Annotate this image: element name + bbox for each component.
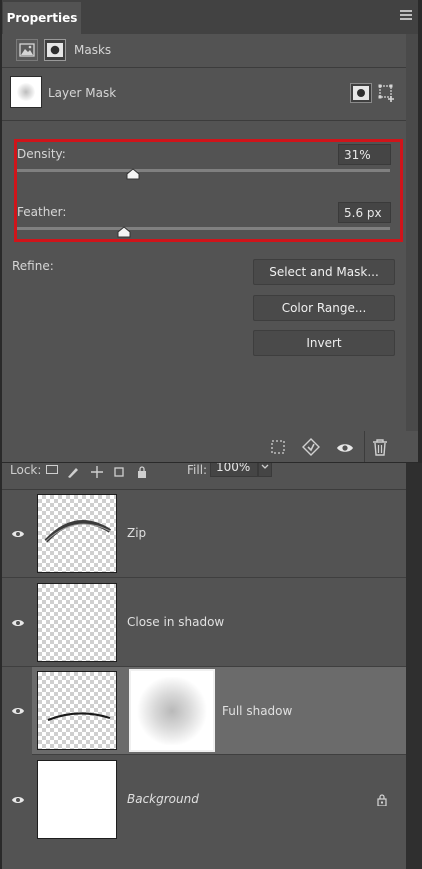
masks-label: Masks	[74, 43, 112, 57]
fill-value-field[interactable]: 100%	[210, 463, 258, 477]
layer-row-full-shadow[interactable]: Full shadow	[32, 667, 406, 755]
properties-scrollbar[interactable]	[406, 34, 418, 431]
layer-name[interactable]: Full shadow	[222, 704, 292, 718]
mask-thumbnail	[10, 76, 42, 108]
apply-mask-icon[interactable]	[302, 438, 320, 456]
layer-thumbnail	[37, 494, 117, 573]
pixel-mask-mode-icon[interactable]	[16, 39, 38, 61]
select-layer-mask-icon[interactable]	[350, 83, 372, 103]
mask-type-label: Layer Mask	[48, 86, 117, 100]
lock-label: Lock:	[10, 463, 42, 477]
layers-panel: Lock: Fill: 100% Zip Close in shadow Ful…	[2, 463, 406, 869]
invert-button[interactable]: Invert	[253, 330, 395, 356]
panel-menu-icon[interactable]	[400, 10, 412, 20]
properties-footer	[2, 431, 418, 462]
layer-row-background[interactable]: Background	[2, 756, 406, 844]
fill-dropdown-chevron-down-icon[interactable]	[258, 463, 272, 477]
properties-tab[interactable]: Properties	[3, 2, 81, 34]
disable-mask-eye-icon[interactable]	[336, 440, 354, 454]
lock-transparent-icon[interactable]	[46, 465, 58, 474]
layer-row-zip[interactable]: Zip	[2, 490, 406, 578]
lock-all-icon[interactable]	[136, 463, 148, 478]
layer-lock-icon[interactable]	[376, 794, 388, 806]
refine-label: Refine:	[12, 259, 54, 273]
layer-name[interactable]: Background	[127, 792, 199, 806]
layer-name[interactable]: Close in shadow	[127, 615, 224, 629]
highlight-box	[14, 139, 403, 242]
layer-row-close-in-shadow[interactable]: Close in shadow	[2, 579, 406, 667]
lock-image-icon[interactable]	[66, 463, 80, 478]
fill-label: Fill:	[187, 463, 208, 477]
layer-thumbnail	[37, 671, 117, 750]
select-and-mask-button[interactable]: Select and Mask...	[253, 259, 395, 285]
visibility-eye-icon[interactable]	[11, 706, 25, 716]
layer-mask-thumbnail[interactable]	[129, 669, 215, 752]
layer-mask-mode-icon[interactable]	[44, 39, 66, 61]
load-selection-icon[interactable]	[270, 439, 286, 455]
layer-thumbnail	[37, 583, 117, 662]
visibility-eye-icon[interactable]	[11, 795, 25, 805]
color-range-button[interactable]: Color Range...	[253, 295, 395, 321]
properties-tab-bar: Properties	[2, 0, 418, 34]
layers-scrollbar[interactable]	[406, 463, 422, 869]
layer-name[interactable]: Zip	[127, 526, 146, 540]
visibility-eye-icon[interactable]	[11, 529, 25, 539]
visibility-eye-icon[interactable]	[11, 618, 25, 628]
properties-panel: Properties Masks Layer Mask Density: 31%…	[2, 0, 418, 462]
lock-fill-row: Lock: Fill: 100%	[2, 463, 406, 489]
layer-thumbnail	[37, 760, 117, 839]
lock-artboard-icon[interactable]	[112, 463, 126, 477]
lock-position-icon[interactable]	[90, 463, 104, 478]
delete-mask-icon[interactable]	[372, 438, 388, 456]
add-vector-mask-icon[interactable]	[376, 83, 398, 103]
